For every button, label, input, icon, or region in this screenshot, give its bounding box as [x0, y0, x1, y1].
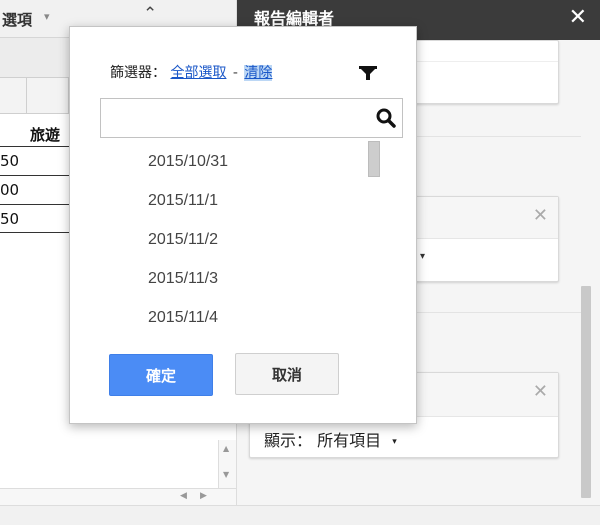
list-item[interactable]: 2015/11/1 [148, 188, 388, 227]
column-divider [26, 78, 27, 114]
show-label: 顯示： [264, 431, 313, 450]
select-all-link[interactable]: 全部選取 [170, 65, 226, 81]
link-separator: - [232, 65, 238, 81]
show-value[interactable]: 所有項目 [317, 431, 381, 450]
sheet-data-rows: 50 00 50 [0, 146, 70, 233]
scroll-right-icon[interactable]: ▶ [200, 491, 207, 501]
clear-link[interactable]: 清除 [244, 65, 273, 81]
close-icon[interactable]: ✕ [533, 205, 548, 226]
sheet-vertical-scrollbar[interactable]: ▲ ▼ [218, 440, 236, 488]
date-list: 2015/10/31 2015/11/1 2015/11/2 2015/11/3… [148, 149, 388, 344]
table-row[interactable]: 00 [0, 175, 70, 204]
search-box [100, 98, 403, 138]
dropdown-arrow-icon[interactable]: ▾ [392, 437, 397, 447]
close-icon[interactable]: ✕ [533, 381, 548, 402]
ok-button[interactable]: 確定 [109, 354, 213, 396]
toolbar-dropdown-arrow-icon[interactable]: ▾ [44, 10, 50, 23]
filter-label: 篩選器： [110, 65, 166, 81]
list-item[interactable]: 2015/10/31 [148, 149, 388, 188]
search-input[interactable] [101, 99, 369, 137]
dropdown-arrow-icon[interactable]: ▾ [420, 251, 425, 262]
scroll-down-icon[interactable]: ▼ [223, 470, 229, 479]
scroll-left-icon[interactable]: ◀ [180, 491, 187, 501]
panel-scrollbar[interactable] [581, 286, 591, 498]
list-scrollbar[interactable] [368, 141, 380, 177]
cancel-button[interactable]: 取消 [235, 353, 339, 395]
list-item[interactable]: 2015/11/2 [148, 227, 388, 266]
filter-header: 篩選器： 全部選取 - 清除 [110, 62, 273, 82]
list-item[interactable]: 2015/11/4 [148, 305, 388, 344]
list-item[interactable]: 2015/11/3 [148, 266, 388, 305]
toolbar-label: 選項 [2, 11, 33, 29]
table-row[interactable]: 50 [0, 146, 70, 175]
sheet-column-title: 旅遊 [30, 126, 61, 144]
funnel-icon[interactable] [357, 63, 379, 83]
table-row[interactable]: 50 [0, 204, 70, 233]
collapse-icon[interactable]: ⌃ [143, 4, 157, 24]
search-icon[interactable] [375, 107, 397, 129]
bottom-bar [0, 505, 600, 525]
close-icon[interactable]: ✕ [569, 6, 587, 30]
show-selector[interactable]: 顯示： 所有項目 ▾ [264, 427, 397, 451]
scroll-up-icon[interactable]: ▲ [223, 444, 229, 453]
sheet-horizontal-scrollbar[interactable]: ◀ ▶ [0, 488, 236, 505]
filter-popup: 篩選器： 全部選取 - 清除 2015/10/31 2015/11/1 2015… [69, 26, 417, 424]
